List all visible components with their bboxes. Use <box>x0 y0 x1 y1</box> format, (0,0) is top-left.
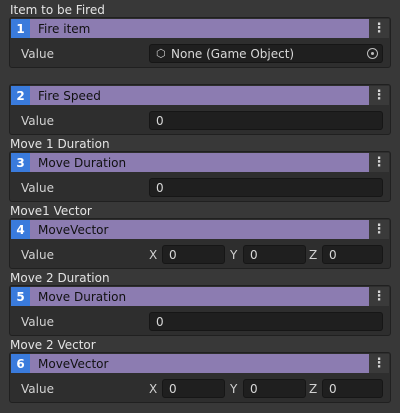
vector-z-field[interactable]: 0 <box>322 245 383 264</box>
kebab-menu-icon[interactable]: ⋮ <box>369 153 389 172</box>
section-title: Move 2 Vector <box>10 338 96 352</box>
index-badge: 4 <box>11 220 30 239</box>
inspector-panel: Item to be Fired 1 Fire item ⋮ Value ⬡ N… <box>0 0 400 413</box>
vector-y-field[interactable]: 0 <box>243 379 306 398</box>
element-header[interactable]: 5 Move Duration ⋮ <box>11 287 389 306</box>
vector-x-field[interactable]: 0 <box>162 245 225 264</box>
index-badge: 2 <box>11 86 30 105</box>
element-header-label[interactable]: Move Duration <box>30 153 369 172</box>
value-label: Value <box>21 381 54 396</box>
kebab-menu-icon[interactable]: ⋮ <box>369 220 389 239</box>
element-header-label[interactable]: Fire Speed <box>30 86 369 105</box>
element-header-label[interactable]: MoveVector <box>30 354 369 373</box>
index-badge: 6 <box>11 354 30 373</box>
kebab-menu-icon[interactable]: ⋮ <box>369 354 389 373</box>
object-picker-icon[interactable] <box>367 48 378 59</box>
float-field[interactable]: 0 <box>149 111 383 130</box>
element-header[interactable]: 3 Move Duration ⋮ <box>11 153 389 172</box>
vector-x-field[interactable]: 0 <box>162 379 225 398</box>
x-axis-label: X <box>149 247 158 262</box>
float-field[interactable]: 0 <box>149 178 383 197</box>
element-card-move1-vector: 4 MoveVector ⋮ Value X 0 Y 0 Z 0 <box>9 218 391 269</box>
z-axis-label: Z <box>309 381 318 396</box>
index-badge: 3 <box>11 153 30 172</box>
z-axis-label: Z <box>309 247 318 262</box>
value-label: Value <box>21 46 54 61</box>
object-field-value: None (Game Object) <box>171 46 295 61</box>
value-label: Value <box>21 113 54 128</box>
element-header[interactable]: 6 MoveVector ⋮ <box>11 354 389 373</box>
element-header[interactable]: 4 MoveVector ⋮ <box>11 220 389 239</box>
section-title: Move1 Vector <box>10 204 92 218</box>
value-label: Value <box>21 247 54 262</box>
element-header-label[interactable]: MoveVector <box>30 220 369 239</box>
object-field[interactable]: ⬡ None (Game Object) <box>149 44 383 63</box>
y-axis-label: Y <box>230 247 238 262</box>
section-title: Item to be Fired <box>10 3 105 17</box>
index-badge: 1 <box>11 19 30 38</box>
vector-z-field[interactable]: 0 <box>322 379 383 398</box>
game-object-icon: ⬡ <box>156 46 166 60</box>
element-header-label[interactable]: Move Duration <box>30 287 369 306</box>
element-header-label[interactable]: Fire item <box>30 19 369 38</box>
y-axis-label: Y <box>230 381 238 396</box>
value-label: Value <box>21 314 54 329</box>
kebab-menu-icon[interactable]: ⋮ <box>369 287 389 306</box>
element-card-fire-speed: 2 Fire Speed ⋮ Value 0 <box>9 84 391 135</box>
kebab-menu-icon[interactable]: ⋮ <box>369 19 389 38</box>
element-card-move2-vector: 6 MoveVector ⋮ Value X 0 Y 0 Z 0 <box>9 352 391 403</box>
x-axis-label: X <box>149 381 158 396</box>
value-label: Value <box>21 180 54 195</box>
kebab-menu-icon[interactable]: ⋮ <box>369 86 389 105</box>
element-card-move1-duration: 3 Move Duration ⋮ Value 0 <box>9 151 391 202</box>
element-header[interactable]: 1 Fire item ⋮ <box>11 19 389 38</box>
element-header[interactable]: 2 Fire Speed ⋮ <box>11 86 389 105</box>
index-badge: 5 <box>11 287 30 306</box>
section-title: Move 1 Duration <box>10 137 110 151</box>
float-field[interactable]: 0 <box>149 312 383 331</box>
element-card-move2-duration: 5 Move Duration ⋮ Value 0 <box>9 285 391 336</box>
section-title: Move 2 Duration <box>10 271 110 285</box>
element-card-fire-item: 1 Fire item ⋮ Value ⬡ None (Game Object) <box>9 17 391 68</box>
vector-y-field[interactable]: 0 <box>243 245 306 264</box>
